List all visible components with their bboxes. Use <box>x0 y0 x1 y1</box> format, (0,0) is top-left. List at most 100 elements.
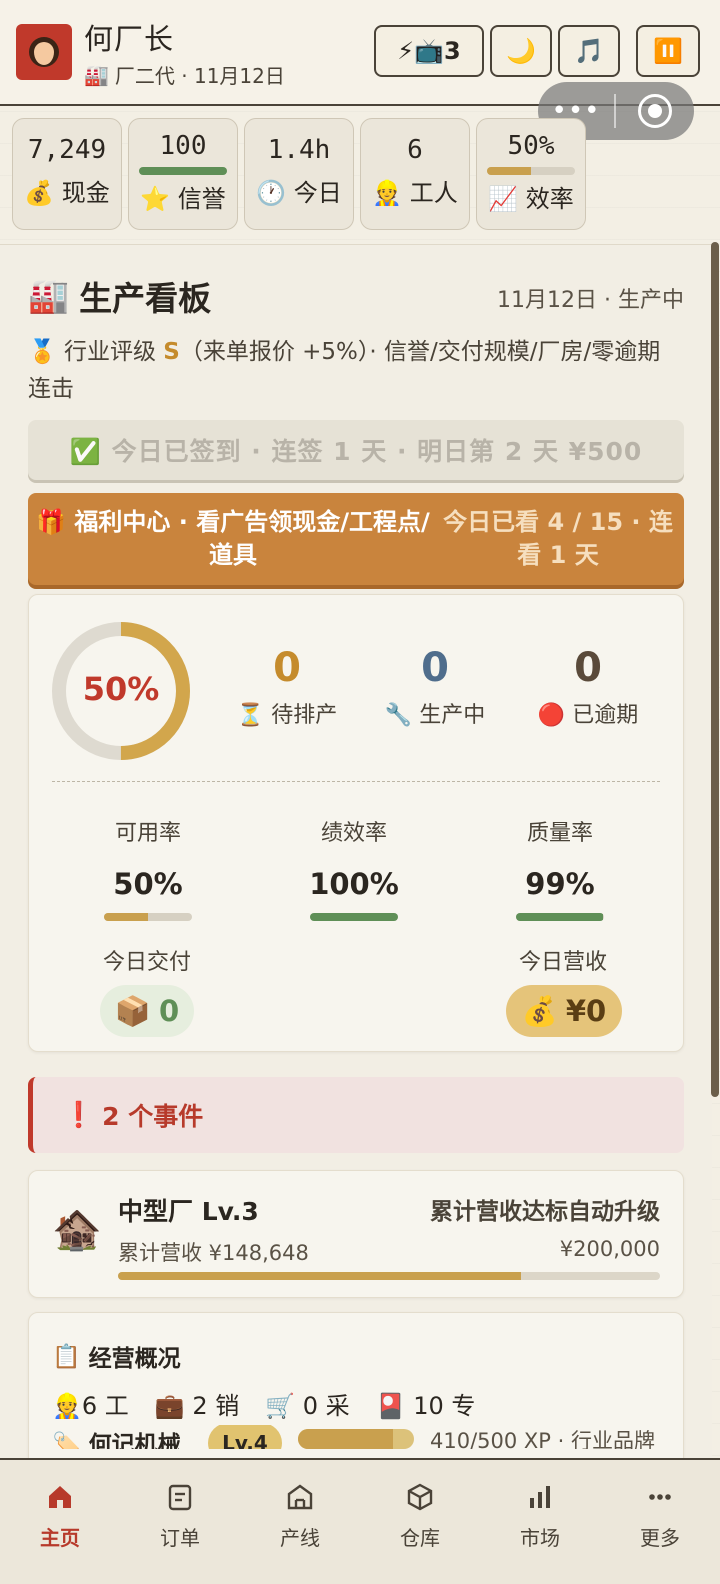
close-target-icon[interactable] <box>638 94 672 128</box>
clock-icon: 🕐 <box>256 179 287 207</box>
nav-home[interactable]: 主页 <box>0 1460 120 1584</box>
availability-label: 可用率 <box>114 821 181 846</box>
completion-percent: 50% <box>82 670 160 708</box>
efficiency-bar <box>487 167 575 175</box>
quality-label: 质量率 <box>526 821 593 846</box>
board-status: 11月12日 · 生产中 <box>497 288 684 313</box>
quality-bar <box>516 913 604 921</box>
reputation-value: 100 <box>159 131 207 161</box>
night-mode-button[interactable]: 🌙 <box>490 25 552 77</box>
exclamation-icon: ❗ <box>63 1100 95 1129</box>
nav-warehouse[interactable]: 仓库 <box>360 1460 480 1584</box>
brand-row: 🏷️ 何记机械 Lv.4 410/500 XP · 行业品牌 <box>52 1425 672 1449</box>
counter-overdue[interactable]: 0 🔴 已逾期 <box>518 645 658 729</box>
money-bag-icon: 💰 <box>521 993 558 1028</box>
pause-button[interactable]: ⏸️ <box>636 25 700 77</box>
house-icon: 🏚️ <box>52 1207 102 1253</box>
metric-availability: 可用率 50% <box>68 815 228 921</box>
clipboard-icon: 📋 <box>52 1343 81 1370</box>
today-time-value: 1.4h <box>267 135 331 165</box>
overdue-count: 0 <box>574 645 602 691</box>
player-avatar[interactable] <box>16 24 72 80</box>
metric-quality: 质量率 99% <box>480 815 640 921</box>
staff-sales: 💼 2 销 <box>154 1392 240 1420</box>
events-text: 2 个事件 <box>102 1102 204 1131</box>
factory-board-icon: 🏭 <box>28 276 70 315</box>
player-name: 何厂长 <box>84 22 175 56</box>
staff-summary: 👷6 工 💼 2 销 🛒 0 采 🎴 10 专 <box>52 1386 475 1421</box>
today-delivery-pill[interactable]: 📦 0 <box>100 985 194 1037</box>
revenue-target: ¥200,000 <box>559 1237 660 1261</box>
efficiency-value: 50% <box>507 131 555 161</box>
bottom-nav: 主页 订单 产线 仓库 市场 更多 <box>0 1458 720 1584</box>
staff-specialists: 🎴 10 专 <box>375 1392 476 1420</box>
daily-signin-button[interactable]: ✅ 今日已签到 · 连签 1 天 · 明日第 2 天 ¥500 <box>28 420 684 480</box>
cash-value: 7,249 <box>27 135 107 165</box>
quality-value: 99% <box>525 867 595 901</box>
factory-name: 中型厂 Lv.3 <box>118 1197 259 1226</box>
worker-icon: 👷 <box>52 1392 82 1420</box>
nav-market[interactable]: 市场 <box>480 1460 600 1584</box>
welfare-center-button[interactable]: 🎁 福利中心 · 看广告领现金/工程点/道具 今日已看 4 / 15 · 连看 … <box>28 493 684 585</box>
hourglass-icon: ⏳ <box>236 703 265 728</box>
in-production-label: 生产中 <box>419 703 486 728</box>
today-revenue-value: ¥0 <box>565 994 607 1028</box>
staff-workers: 👷6 工 <box>52 1392 129 1420</box>
stat-workers[interactable]: 6 👷 工人 <box>360 118 470 230</box>
auto-upgrade-note: 累计营收达标自动升级 <box>430 1199 660 1225</box>
stat-cash[interactable]: 7,249 💰 现金 <box>12 118 122 230</box>
staff-purchasing: 🛒 0 采 <box>265 1392 350 1420</box>
cart-icon: 🛒 <box>265 1392 296 1420</box>
counter-in-production[interactable]: 0 🔧 生产中 <box>365 645 505 729</box>
factory-icon: 🏭 <box>84 62 109 87</box>
nav-production-lines[interactable]: 产线 <box>240 1460 360 1584</box>
scrollbar[interactable] <box>711 242 719 1097</box>
subtitle-text: 厂二代 · 11月12日 <box>114 64 285 88</box>
welfare-right-text: 今日已看 4 / 15 · 连看 1 天 <box>443 508 673 569</box>
stat-efficiency[interactable]: 50% 📈 效率 <box>476 118 586 230</box>
money-bag-icon: 💰 <box>24 179 55 207</box>
overdue-label: 已逾期 <box>572 703 639 728</box>
metric-performance: 绩效率 100% <box>274 815 434 921</box>
warehouse-icon <box>407 1483 433 1511</box>
medal-rating-prefix: 🏅 行业评级 <box>28 339 164 365</box>
brand-xp-bar <box>298 1429 414 1449</box>
nav-more[interactable]: 更多 <box>600 1460 720 1584</box>
cash-label: 现金 <box>61 179 110 207</box>
wrench-icon: 🔧 <box>384 703 413 728</box>
efficiency-label: 效率 <box>525 185 574 213</box>
star-icon: ⭐ <box>140 185 171 213</box>
events-banner[interactable]: ❗ 2 个事件 <box>28 1077 684 1153</box>
today-delivery-label: 今日交付 <box>102 950 191 975</box>
player-subtitle: 🏭 厂二代 · 11月12日 <box>84 60 285 89</box>
watch-ad-button[interactable]: ⚡📺3 <box>374 25 484 77</box>
stat-today-time[interactable]: 1.4h 🕐 今日 <box>244 118 354 230</box>
brand-name: 何记机械 <box>88 1432 181 1449</box>
business-title-text: 经营概况 <box>88 1346 181 1372</box>
factory-line-icon <box>287 1484 313 1510</box>
music-button[interactable]: 🎵 <box>558 25 620 77</box>
cumulative-revenue: 累计营收 ¥148,648 <box>118 1241 309 1265</box>
package-icon: 📦 <box>114 993 151 1028</box>
counter-pending[interactable]: 0 ⏳ 待排产 <box>217 645 357 729</box>
availability-bar <box>104 913 192 921</box>
more-icon <box>649 1494 671 1500</box>
performance-label: 绩效率 <box>320 821 387 846</box>
capsule-divider <box>614 94 616 128</box>
performance-bar <box>310 913 398 921</box>
today-revenue-pill[interactable]: 💰 ¥0 <box>506 985 622 1037</box>
reputation-label: 信誉 <box>177 185 226 213</box>
reputation-bar <box>139 167 227 175</box>
nav-orders[interactable]: 订单 <box>120 1460 240 1584</box>
card-icon: 🎴 <box>375 1392 406 1420</box>
rating-grade: S <box>163 339 180 365</box>
tag-icon: 🏷️ <box>52 1432 81 1449</box>
today-revenue-label: 今日营收 <box>518 950 607 975</box>
stat-reputation[interactable]: 100 ⭐ 信誉 <box>128 118 238 230</box>
welfare-left-text: 🎁 福利中心 · 看广告领现金/工程点/道具 <box>36 508 430 569</box>
order-icon <box>168 1484 192 1511</box>
board-title: 🏭 生产看板 <box>28 272 211 320</box>
home-icon <box>49 1486 71 1508</box>
industry-rating: 🏅 行业评级 S（来单报价 +5%）· 信誉/交付规模/厂房/零逾期连击 <box>28 334 678 408</box>
avatar-face-icon <box>29 37 59 67</box>
